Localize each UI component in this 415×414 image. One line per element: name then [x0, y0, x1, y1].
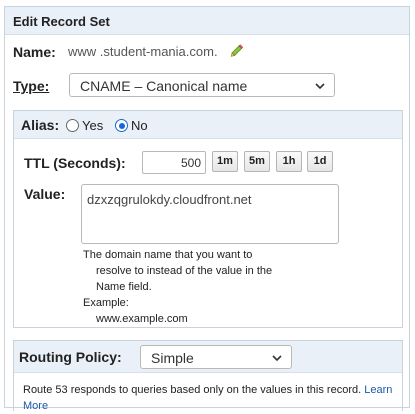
routing-policy-select[interactable]: Simple	[140, 345, 292, 369]
alias-yes-label[interactable]: Yes	[82, 118, 103, 133]
learn-more-link-continued[interactable]: More	[23, 400, 48, 412]
name-label: Name:	[13, 44, 56, 60]
alias-yes-radio[interactable]	[66, 119, 79, 132]
ttl-label: TTL (Seconds):	[24, 155, 126, 171]
panel-title: Edit Record Set	[13, 14, 110, 29]
type-selected-value: CNAME – Canonical name	[80, 78, 248, 94]
type-select[interactable]: CNAME – Canonical name	[69, 73, 335, 97]
type-label: Type:	[13, 78, 50, 94]
panel-header: Edit Record Set	[5, 7, 409, 35]
value-help-line-3: Name field.	[96, 281, 152, 293]
value-help-line-1: The domain name that you want to	[83, 249, 253, 261]
ttl-value: 500	[180, 156, 201, 170]
value-label: Value:	[24, 186, 66, 202]
alias-no-label[interactable]: No	[131, 118, 148, 133]
value-help-line-2: resolve to instead of the value in the	[96, 265, 273, 277]
alias-header: Alias: Yes No	[14, 111, 402, 139]
value-textarea[interactable]: dzxzqgrulokdy.cloudfront.net	[81, 184, 339, 244]
chevron-down-icon	[315, 83, 325, 90]
routing-policy-label: Routing Policy:	[19, 349, 122, 365]
routing-header: Routing Policy: Simple	[14, 341, 402, 373]
name-value: www .student-mania.com.	[68, 44, 218, 59]
ttl-1d-button[interactable]: 1d	[307, 151, 333, 172]
learn-more-link[interactable]: Learn	[364, 384, 392, 396]
routing-description-text: Route 53 responds to queries based only …	[23, 384, 362, 396]
edit-record-set-panel: Edit Record Set Name: www .student-mania…	[4, 6, 410, 414]
alias-label: Alias:	[21, 117, 60, 133]
ttl-input[interactable]: 500	[142, 151, 206, 174]
routing-selected-value: Simple	[151, 350, 194, 366]
alias-no-radio[interactable]	[115, 119, 128, 132]
pencil-icon[interactable]	[229, 42, 245, 58]
routing-description: Route 53 responds to queries based only …	[23, 382, 401, 414]
value-text: dzxzqgrulokdy.cloudfront.net	[87, 192, 252, 207]
value-help-example: www.example.com	[96, 313, 188, 325]
ttl-1m-button[interactable]: 1m	[212, 151, 238, 172]
ttl-5m-button[interactable]: 5m	[244, 151, 270, 172]
value-help-example-label: Example:	[83, 297, 129, 309]
routing-policy-section: Routing Policy: Simple Route 53 responds…	[13, 340, 403, 414]
ttl-1h-button[interactable]: 1h	[276, 151, 302, 172]
chevron-down-icon	[272, 355, 282, 362]
alias-section: Alias: Yes No TTL (Seconds): 500 1m 5m 1…	[13, 110, 403, 328]
